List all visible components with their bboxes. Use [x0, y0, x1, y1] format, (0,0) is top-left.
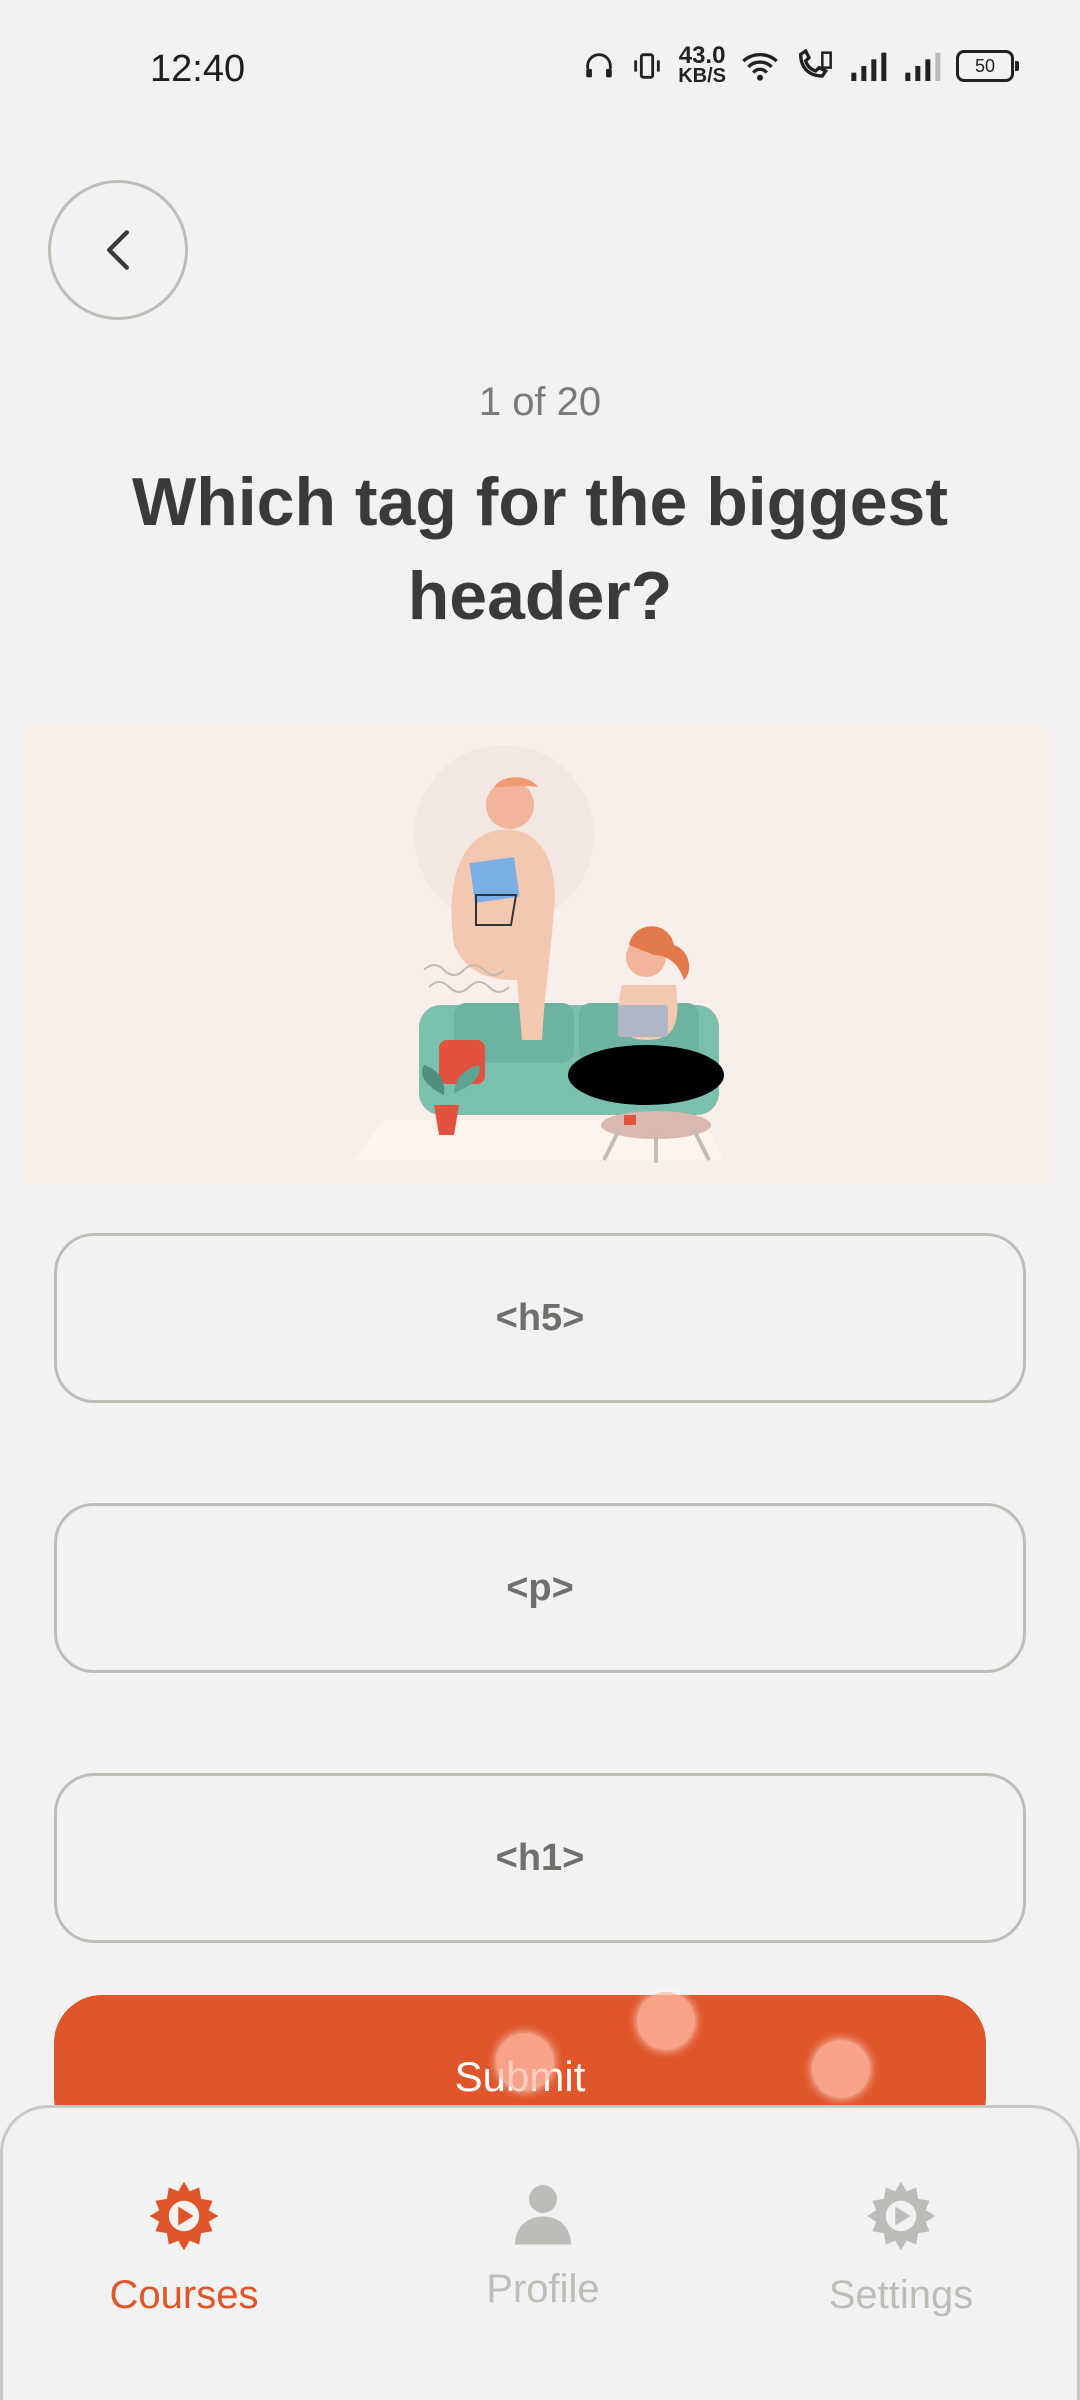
- wifi-icon: [742, 53, 778, 81]
- signal-icon-2: [905, 52, 941, 81]
- touch-indicator: [812, 2040, 870, 2098]
- vibrate-icon: [634, 53, 660, 79]
- status-time: 12:40: [150, 48, 246, 90]
- person-icon: [515, 2185, 571, 2245]
- signal-icon-1: [851, 52, 887, 81]
- nav-label-courses: Courses: [109, 2273, 259, 2317]
- gear-play-icon: [866, 2181, 936, 2251]
- quiz-illustration: [24, 725, 1052, 1185]
- net-speed: 43.0 KB/S: [678, 42, 726, 87]
- headphones-icon: [586, 53, 612, 78]
- volte-call-icon: [798, 49, 832, 78]
- touch-indicator: [637, 1992, 695, 2050]
- back-button[interactable]: [48, 180, 188, 320]
- chevron-left-icon: [106, 230, 129, 270]
- nav-item-courses[interactable]: Courses: [34, 2178, 334, 2318]
- status-icons: 43.0 KB/S 50: [582, 42, 1019, 87]
- answer-option-1[interactable]: <h5>: [54, 1233, 1026, 1403]
- question-text: Which tag for the biggest header?: [132, 464, 948, 634]
- nav-label-profile: Profile: [486, 2267, 600, 2311]
- gear-play-icon: [149, 2181, 219, 2251]
- nav-label-settings: Settings: [828, 2273, 974, 2317]
- question-progress: 1 of 20: [478, 380, 602, 424]
- nav-item-settings[interactable]: Settings: [751, 2178, 1051, 2318]
- answer-option-3[interactable]: <h1>: [54, 1773, 1026, 1943]
- nav-item-profile[interactable]: Profile: [393, 2178, 693, 2312]
- reading-people-illustration: [354, 745, 724, 1163]
- touch-indicator: [496, 2033, 554, 2091]
- bottom-navigation: Courses Profile Settings: [0, 2105, 1080, 2400]
- answer-option-2[interactable]: <p>: [54, 1503, 1026, 1673]
- battery-icon: 50: [956, 50, 1019, 82]
- status-bar: 12:40 43.0 KB/S 50: [0, 0, 1080, 140]
